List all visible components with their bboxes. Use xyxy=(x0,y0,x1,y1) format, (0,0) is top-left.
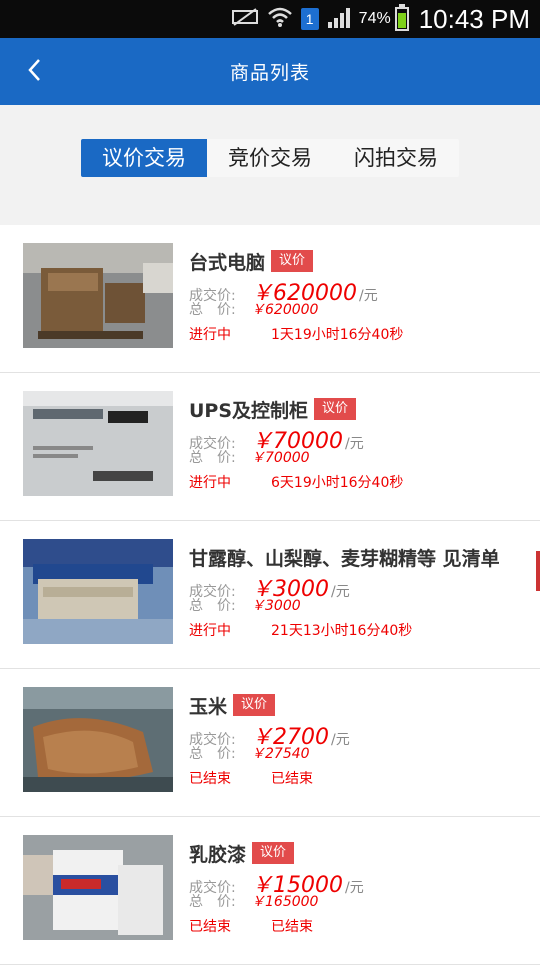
list-item[interactable]: 玉米 议价 成交价: ￥2700 /元 总 价: ￥27540 已结束 已结束 xyxy=(0,669,540,817)
list-item[interactable]: 台式电脑 议价 成交价: ￥620000 /元 总 价: ￥620000 进行中… xyxy=(0,225,540,373)
app-header: 商品列表 xyxy=(0,38,540,105)
price-unit: /元 xyxy=(358,288,378,304)
product-image[interactable] xyxy=(23,687,173,792)
wifi-icon xyxy=(267,6,293,33)
product-list: 台式电脑 议价 成交价: ￥620000 /元 总 价: ￥620000 进行中… xyxy=(0,225,540,965)
product-name: 台式电脑 xyxy=(189,251,266,274)
tag-badge: 议价 xyxy=(233,694,276,716)
product-name: 甘露醇、山梨醇、麦芽糊精等 见清单 xyxy=(189,547,500,570)
product-name: 乳胶漆 xyxy=(189,843,247,866)
list-item[interactable]: 乳胶漆 议价 成交价: ￥15000 /元 总 价: ￥165000 已结束 已… xyxy=(0,817,540,965)
time-remaining: 21天13小时16分40秒 xyxy=(271,623,413,639)
list-item[interactable]: 甘露醇、山梨醇、麦芽糊精等 见清单 成交价: ￥3000 /元 总 价: ￥30… xyxy=(0,521,540,669)
product-image[interactable] xyxy=(23,835,173,940)
signal-icon xyxy=(327,6,351,33)
status-text: 已结束 xyxy=(189,919,231,935)
time-remaining: 6天19小时16分40秒 xyxy=(271,475,404,491)
battery-percent: 74% xyxy=(358,10,391,27)
time-remaining: 1天19小时16分40秒 xyxy=(271,327,404,343)
total-price: ￥165000 xyxy=(251,894,319,910)
tab-bar: 议价交易 竞价交易 闪拍交易 xyxy=(81,139,459,177)
status-text: 进行中 xyxy=(189,327,231,343)
total-price: ￥27540 xyxy=(251,746,310,762)
tab-flash-auction[interactable]: 闪拍交易 xyxy=(333,139,459,177)
tab-bar-container: 议价交易 竞价交易 闪拍交易 xyxy=(0,105,540,225)
status-text: 进行中 xyxy=(189,475,231,491)
price-unit: /元 xyxy=(331,732,350,748)
product-image[interactable] xyxy=(23,391,173,496)
product-name: UPS及控制柜 xyxy=(189,399,309,422)
status-text: 已结束 xyxy=(189,771,231,787)
clock: 10:43 PM xyxy=(418,3,530,34)
total-price: ￥3000 xyxy=(251,598,301,614)
tag-badge: 议价 xyxy=(314,398,357,420)
edge-marker xyxy=(536,551,540,591)
total-price-label: 总 价: xyxy=(189,302,236,318)
battery-icon xyxy=(394,4,409,31)
total-price: ￥620000 xyxy=(251,302,319,318)
price-unit: /元 xyxy=(331,584,350,600)
price-unit: /元 xyxy=(345,880,364,896)
total-price-label: 总 价: xyxy=(189,450,236,466)
list-item[interactable]: UPS及控制柜 议价 成交价: ￥70000 /元 总 价: ￥70000 进行… xyxy=(0,373,540,521)
tab-bidding[interactable]: 竞价交易 xyxy=(207,139,333,177)
total-price-label: 总 价: xyxy=(189,746,236,762)
time-remaining: 已结束 xyxy=(271,771,313,787)
mute-icon xyxy=(231,7,259,32)
status-text: 进行中 xyxy=(189,623,231,639)
tab-negotiated[interactable]: 议价交易 xyxy=(81,139,207,177)
chevron-left-icon xyxy=(27,58,41,86)
page-title: 商品列表 xyxy=(229,62,310,84)
status-bar: 1 74% 10:43 PM xyxy=(0,0,540,38)
sim-badge: 1 xyxy=(300,8,319,30)
back-button[interactable] xyxy=(14,38,54,105)
total-price: ￥70000 xyxy=(251,450,310,466)
time-remaining: 已结束 xyxy=(271,919,313,935)
product-name: 玉米 xyxy=(189,695,228,718)
product-image[interactable] xyxy=(23,539,173,644)
tag-badge: 议价 xyxy=(271,250,314,272)
total-price-label: 总 价: xyxy=(189,598,236,614)
total-price-label: 总 价: xyxy=(189,894,236,910)
tag-badge: 议价 xyxy=(252,842,295,864)
price-unit: /元 xyxy=(345,436,364,452)
product-image[interactable] xyxy=(23,243,173,348)
